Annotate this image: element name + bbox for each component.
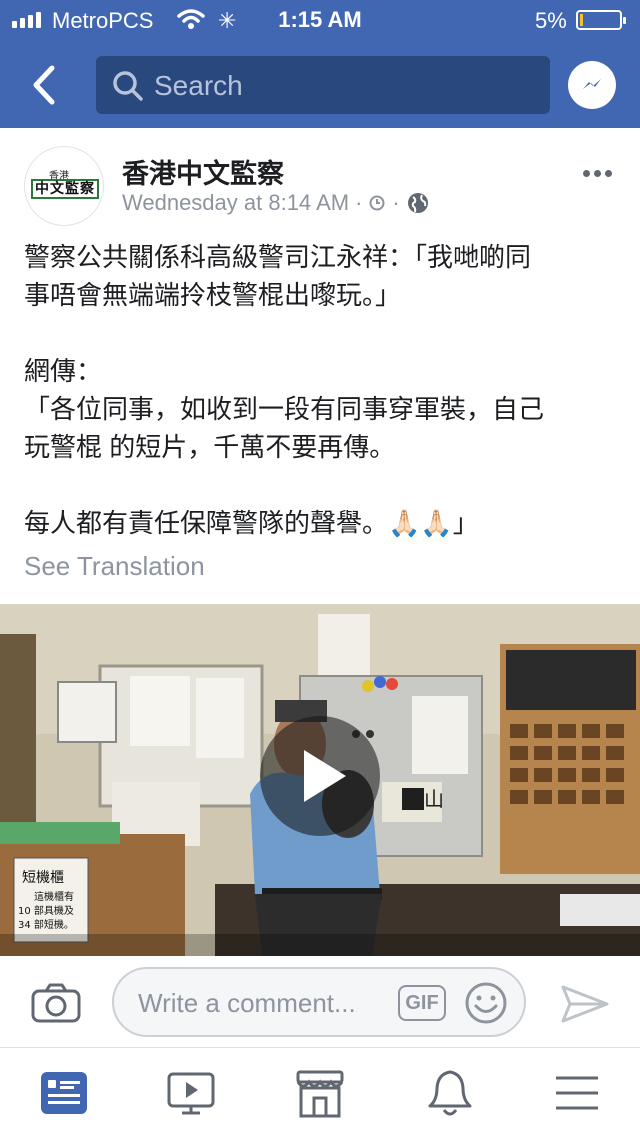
search-icon [113, 71, 143, 101]
video-sign-title: 短機櫃 [22, 870, 64, 886]
battery-icon [576, 10, 626, 30]
comment-bar: Write a comment... GIF [0, 956, 640, 1048]
video-sign-line1: 這機櫃有 [34, 890, 74, 903]
status-bar: MetroPCS ✳ 1:15 AM 5% [0, 0, 640, 40]
separator-dot: · [355, 190, 363, 215]
gif-button[interactable]: GIF [398, 985, 446, 1021]
comment-input[interactable]: Write a comment... GIF [112, 967, 526, 1037]
camera-icon [31, 983, 81, 1023]
separator-dot: · [392, 190, 400, 215]
marketplace-icon [296, 1070, 344, 1118]
watch-icon [167, 1072, 215, 1115]
see-translation-link[interactable]: See Translation [24, 551, 205, 582]
camera-button[interactable] [30, 982, 82, 1029]
tab-watch[interactable] [166, 1068, 218, 1120]
messenger-icon [583, 79, 601, 89]
top-header: MetroPCS ✳ 1:15 AM 5% Search [0, 0, 640, 128]
dot-icon [605, 170, 612, 177]
post-line: 網傳： [24, 356, 103, 386]
post-timestamp[interactable]: Wednesday at 8:14 AM [122, 190, 349, 216]
smiley-icon [465, 982, 507, 1024]
emoji-button[interactable] [464, 981, 508, 1030]
post-body: 警察公共關係科高級警司江永祥：「我哋啲同 事唔會無端端拎枝警棍出嚟玩。」 網傳：… [24, 238, 620, 580]
chevron-left-icon [33, 65, 55, 105]
post-line: 玩警棍 的短片，千萬不要再傳。 [24, 432, 396, 462]
video-sign-line3: 34 部短機。 [18, 918, 74, 931]
bottom-tab-bar [0, 1048, 640, 1136]
page-name[interactable]: 香港中文監察 [122, 152, 284, 191]
send-button[interactable] [560, 984, 610, 1029]
battery-percent: 5% [535, 8, 567, 33]
tab-marketplace[interactable] [294, 1068, 346, 1120]
avatar-logo-main: 中文監察 [31, 179, 99, 199]
post-line: 「各位同事，如收到一段有同事穿軍裝，自己 [24, 394, 545, 424]
panel-label: 山山 [404, 787, 444, 811]
video-sign-line2: 10 部具機及 [18, 904, 74, 917]
post-line: 每人都有責任保障警隊的聲譽。🙏🏻🙏🏻」 [24, 508, 479, 538]
menu-icon [556, 1076, 598, 1110]
post-header: 香港 中文監察 香港中文監察 Wednesday at 8:14 AM · · [0, 128, 640, 228]
news-feed-icon [41, 1072, 87, 1114]
play-button[interactable] [260, 716, 380, 836]
back-button[interactable] [26, 62, 62, 108]
play-icon [304, 750, 346, 802]
post-meta: Wednesday at 8:14 AM · · [122, 190, 430, 216]
notifications-icon [428, 1070, 472, 1116]
messenger-button[interactable] [568, 61, 616, 109]
send-icon [561, 985, 609, 1023]
search-placeholder: Search [154, 70, 243, 101]
post-paragraph: 警察公共關係科高級警司江永祥：「我哋啲同 事唔會無端端拎枝警棍出嚟玩。」 [24, 238, 620, 314]
dot-icon [583, 170, 590, 177]
post-line: 警察公共關係科高級警司江永祥：「我哋啲同 [24, 242, 532, 272]
post-line: 事唔會無端端拎枝警棍出嚟玩。」 [24, 280, 402, 310]
search-input[interactable]: Search [96, 56, 550, 114]
tab-notifications[interactable] [424, 1068, 476, 1120]
tab-news-feed[interactable] [39, 1068, 91, 1120]
post-paragraph: 網傳： 「各位同事，如收到一段有同事穿軍裝，自己 玩警棍 的短片，千萬不要再傳。 [24, 352, 620, 466]
avatar[interactable]: 香港 中文監察 [24, 146, 104, 226]
post-paragraph: 每人都有責任保障警隊的聲譽。🙏🏻🙏🏻」 [24, 504, 620, 542]
clock-icon [369, 195, 385, 211]
dot-icon [594, 170, 601, 177]
comment-placeholder: Write a comment... [138, 988, 356, 1018]
tab-menu[interactable] [552, 1068, 604, 1120]
more-options-button[interactable] [583, 170, 612, 177]
globe-icon [407, 193, 428, 213]
